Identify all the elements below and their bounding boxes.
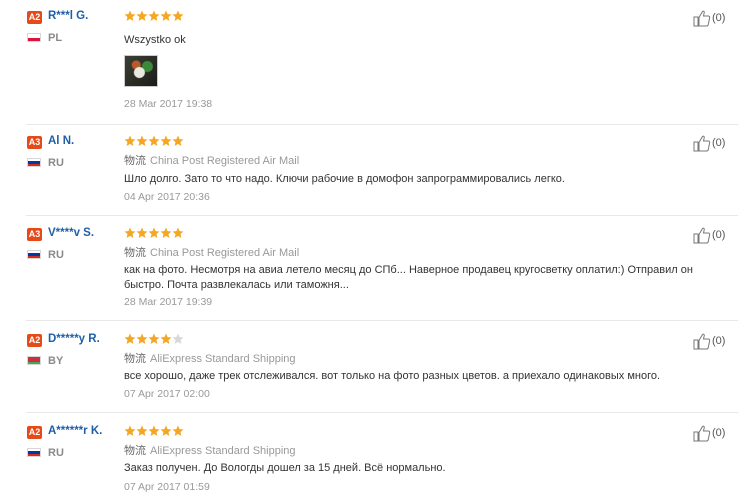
helpful-count: (0) [712, 427, 726, 439]
star-empty-icon [172, 333, 184, 344]
helpful-count: (0) [712, 335, 726, 347]
buyer-country: RU [48, 447, 64, 459]
shipping-name: China Post Registered Air Mail [150, 247, 300, 259]
review-date: 07 Apr 2017 01:59 [124, 481, 210, 493]
star-filled-icon [136, 333, 148, 344]
buyer-name[interactable]: V****v S. [48, 227, 94, 239]
star-rating [124, 333, 185, 347]
star-filled-icon [124, 10, 136, 21]
star-filled-icon [160, 425, 172, 436]
helpful-count: (0) [712, 137, 726, 149]
star-filled-icon [172, 227, 184, 238]
buyer-name[interactable]: R***l G. [48, 10, 88, 22]
review-text: Заказ получен. До Вологды дошел за 15 дн… [124, 462, 446, 474]
country-flag-icon [27, 250, 41, 259]
buyer-level-badge: A2 [27, 11, 42, 24]
shipping-label: 物流 [124, 155, 146, 167]
country-flag-icon [27, 33, 41, 42]
star-filled-icon [148, 10, 160, 21]
star-filled-icon [160, 333, 172, 344]
thumbs-up-icon[interactable] [693, 134, 711, 152]
star-filled-icon [172, 135, 184, 146]
review-divider [26, 412, 738, 413]
star-rating [124, 135, 185, 149]
buyer-name[interactable]: A******r K. [48, 425, 102, 437]
buyer-level-badge: A3 [27, 136, 42, 149]
review-text: как на фото. Несмотря на авиа летело мес… [124, 264, 693, 291]
star-filled-icon [124, 135, 136, 146]
buyer-country: RU [48, 249, 64, 261]
shipping-method: 物流 AliExpress Standard Shipping [124, 350, 296, 366]
star-filled-icon [148, 333, 160, 344]
star-filled-icon [148, 227, 160, 238]
star-filled-icon [160, 10, 172, 21]
buyer-level-badge: A2 [27, 426, 42, 439]
review-divider [26, 124, 738, 125]
buyer-level-badge: A2 [27, 334, 42, 347]
thumbs-up-icon[interactable] [693, 424, 711, 442]
shipping-method: 物流 China Post Registered Air Mail [124, 152, 299, 168]
star-filled-icon [124, 425, 136, 436]
buyer-country: BY [48, 355, 64, 367]
shipping-label: 物流 [124, 353, 146, 365]
star-filled-icon [172, 425, 184, 436]
buyer-name[interactable]: D*****y R. [48, 333, 100, 345]
star-filled-icon [124, 333, 136, 344]
review-divider [26, 320, 738, 321]
review-date: 28 Mar 2017 19:38 [124, 98, 213, 110]
star-filled-icon [136, 227, 148, 238]
star-filled-icon [136, 135, 148, 146]
review-photo[interactable] [124, 55, 158, 87]
star-rating [124, 425, 185, 439]
review-date: 04 Apr 2017 20:36 [124, 191, 210, 203]
country-flag-icon [27, 158, 41, 167]
star-filled-icon [124, 227, 136, 238]
buyer-level-badge: A3 [27, 228, 42, 241]
helpful-count: (0) [712, 12, 726, 24]
country-flag-icon [27, 356, 41, 365]
shipping-name: AliExpress Standard Shipping [150, 445, 296, 457]
review-date: 28 Mar 2017 19:39 [124, 296, 213, 308]
thumbs-up-icon[interactable] [693, 226, 711, 244]
shipping-method: 物流 AliExpress Standard Shipping [124, 442, 296, 458]
review-text: все хорошо, даже трек отслеживался. вот … [124, 370, 661, 382]
review-divider [26, 215, 738, 216]
shipping-method: 物流 China Post Registered Air Mail [124, 244, 299, 260]
star-filled-icon [148, 135, 160, 146]
star-rating [124, 10, 185, 24]
review-text: Шло долго. Зато то что надо. Ключи рабоч… [124, 173, 565, 185]
shipping-label: 物流 [124, 247, 146, 259]
buyer-country: PL [48, 32, 63, 44]
review-text: Wszystko ok [124, 34, 186, 46]
star-filled-icon [160, 227, 172, 238]
thumbs-up-icon[interactable] [693, 332, 711, 350]
thumbs-up-icon[interactable] [693, 9, 711, 27]
shipping-name: China Post Registered Air Mail [150, 155, 300, 167]
star-filled-icon [172, 10, 184, 21]
helpful-count: (0) [712, 229, 726, 241]
star-filled-icon [136, 425, 148, 436]
star-filled-icon [148, 425, 160, 436]
shipping-label: 物流 [124, 445, 146, 457]
star-rating [124, 227, 185, 241]
buyer-country: RU [48, 157, 64, 169]
shipping-name: AliExpress Standard Shipping [150, 353, 296, 365]
review-date: 07 Apr 2017 02:00 [124, 388, 210, 400]
star-filled-icon [136, 10, 148, 21]
buyer-name[interactable]: Al N. [48, 135, 74, 147]
country-flag-icon [27, 448, 41, 457]
star-filled-icon [160, 135, 172, 146]
